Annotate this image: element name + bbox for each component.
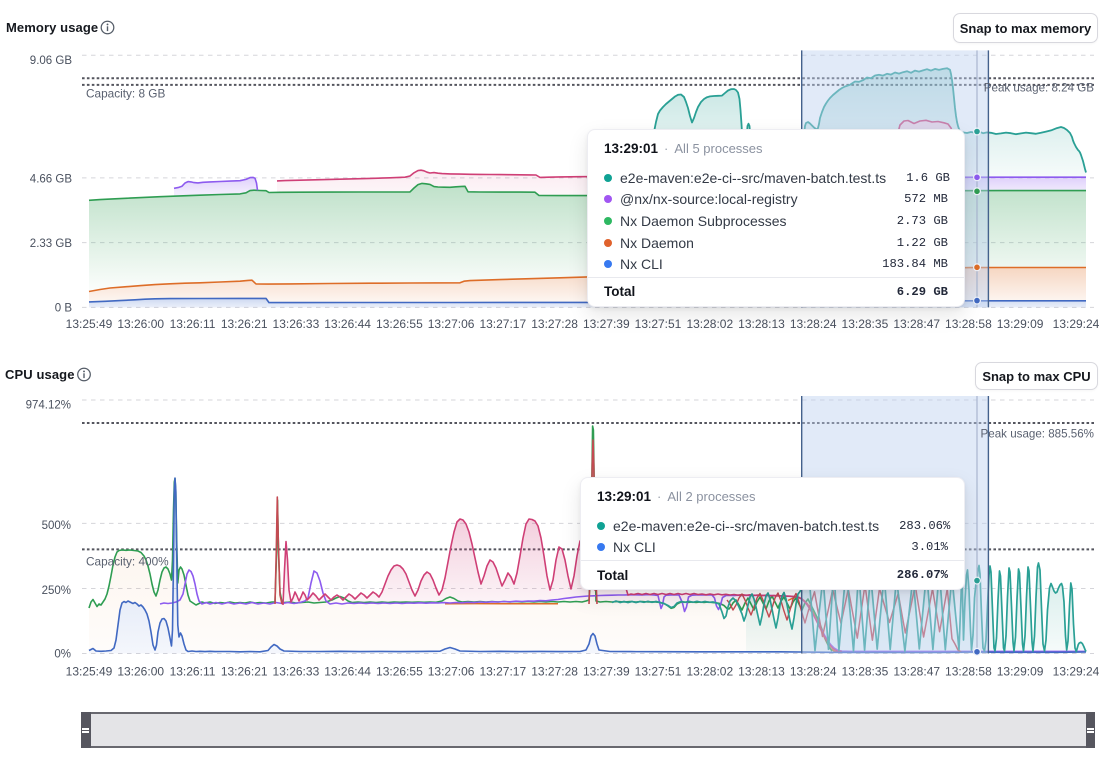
svg-text:974.12%: 974.12% [26, 400, 71, 412]
svg-text:13:26:11: 13:26:11 [170, 665, 216, 679]
svg-text:0 B: 0 B [55, 303, 73, 315]
svg-text:Capacity: 8 GB: Capacity: 8 GB [86, 87, 165, 101]
svg-text:13:27:51: 13:27:51 [635, 317, 682, 331]
svg-text:13:25:49: 13:25:49 [66, 665, 113, 679]
svg-text:13:27:28: 13:27:28 [531, 317, 578, 331]
svg-text:13:26:11: 13:26:11 [170, 317, 216, 331]
svg-text:13:26:44: 13:26:44 [324, 665, 371, 679]
svg-text:13:27:06: 13:27:06 [428, 317, 475, 331]
svg-text:Peak usage: 885.56%: Peak usage: 885.56% [981, 428, 1094, 441]
svg-text:13:28:24: 13:28:24 [790, 665, 837, 679]
svg-text:Capacity: 400%: Capacity: 400% [86, 555, 169, 569]
svg-text:9.06 GB: 9.06 GB [30, 55, 73, 67]
svg-text:13:27:06: 13:27:06 [428, 665, 475, 679]
svg-text:13:29:09: 13:29:09 [997, 317, 1044, 331]
svg-text:13:25:49: 13:25:49 [66, 317, 113, 331]
svg-text:13:28:13: 13:28:13 [738, 665, 785, 679]
svg-text:250%: 250% [42, 585, 71, 597]
svg-text:13:26:33: 13:26:33 [273, 317, 320, 331]
svg-text:13:26:21: 13:26:21 [221, 317, 268, 331]
svg-text:13:26:44: 13:26:44 [324, 317, 371, 331]
svg-text:13:26:00: 13:26:00 [117, 665, 164, 679]
svg-text:13:28:02: 13:28:02 [686, 317, 733, 331]
svg-text:13:28:47: 13:28:47 [893, 317, 940, 331]
svg-text:13:28:35: 13:28:35 [842, 665, 889, 679]
svg-text:500%: 500% [42, 520, 71, 532]
svg-text:13:29:24: 13:29:24 [1053, 665, 1100, 679]
svg-text:13:28:47: 13:28:47 [893, 665, 940, 679]
svg-text:13:27:39: 13:27:39 [583, 317, 630, 331]
svg-text:13:26:00: 13:26:00 [117, 317, 164, 331]
svg-text:4.66 GB: 4.66 GB [30, 173, 73, 185]
svg-text:13:28:58: 13:28:58 [945, 317, 992, 331]
svg-text:13:27:39: 13:27:39 [583, 665, 630, 679]
svg-text:2.33 GB: 2.33 GB [30, 238, 73, 250]
svg-text:13:28:35: 13:28:35 [842, 317, 889, 331]
svg-text:13:27:17: 13:27:17 [479, 665, 526, 679]
svg-text:13:28:13: 13:28:13 [738, 317, 785, 331]
svg-text:13:28:02: 13:28:02 [686, 665, 733, 679]
svg-text:13:28:24: 13:28:24 [790, 317, 837, 331]
svg-text:13:27:17: 13:27:17 [479, 317, 526, 331]
svg-text:0%: 0% [54, 649, 71, 661]
svg-text:13:26:33: 13:26:33 [273, 665, 320, 679]
svg-text:13:26:55: 13:26:55 [376, 665, 423, 679]
svg-text:13:29:09: 13:29:09 [997, 665, 1044, 679]
svg-text:Peak usage: 8.24 GB: Peak usage: 8.24 GB [984, 82, 1094, 95]
svg-text:13:26:21: 13:26:21 [221, 665, 268, 679]
svg-text:13:27:51: 13:27:51 [635, 665, 682, 679]
svg-text:13:29:24: 13:29:24 [1053, 317, 1100, 331]
svg-text:13:27:28: 13:27:28 [531, 665, 578, 679]
svg-text:13:26:55: 13:26:55 [376, 317, 423, 331]
svg-text:13:28:58: 13:28:58 [945, 665, 992, 679]
